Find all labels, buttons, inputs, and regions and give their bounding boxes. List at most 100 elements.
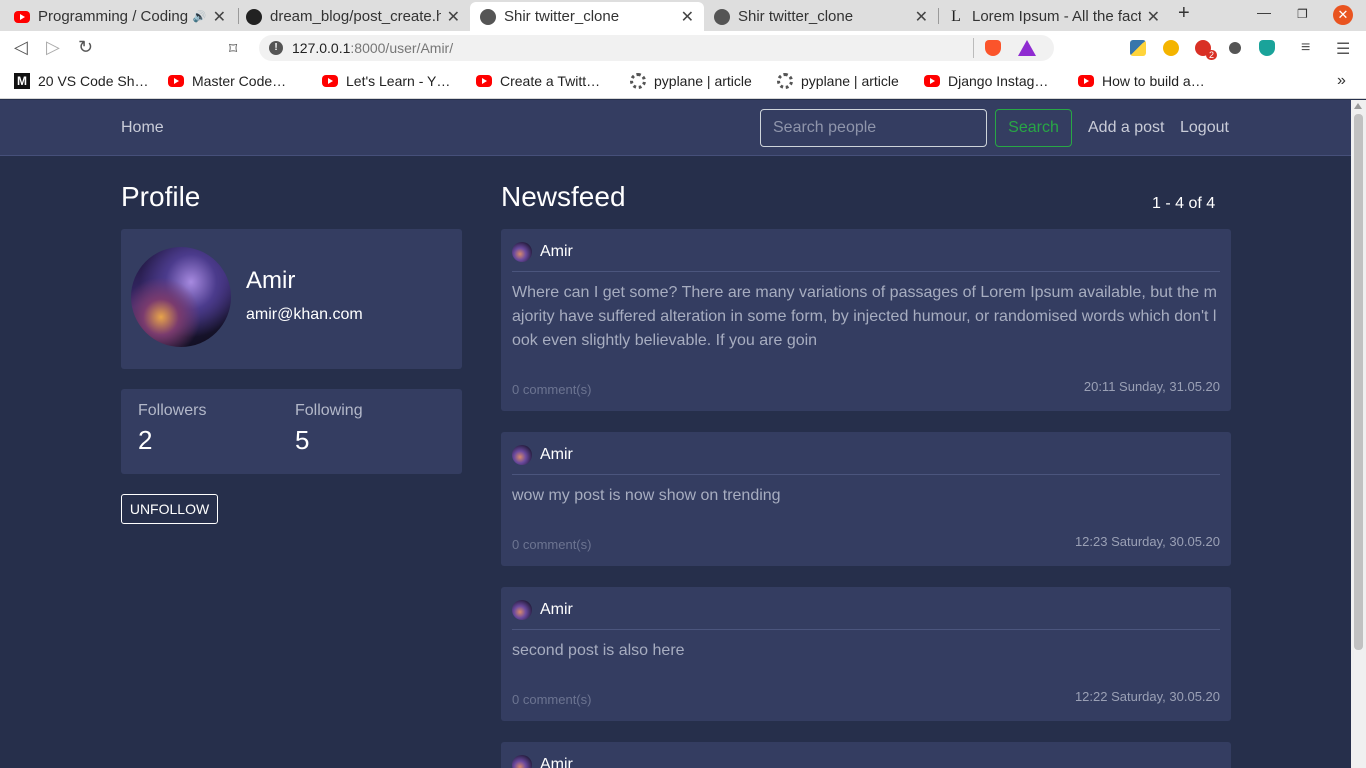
web-page: Home Search Add a post Logout Profile Am…: [0, 100, 1351, 768]
tab-shir-twitter-clone[interactable]: Shir twitter_clone ✕: [704, 2, 938, 31]
new-tab-button[interactable]: +: [1178, 2, 1190, 25]
followers-label: Followers: [138, 402, 207, 419]
extension-face-icon[interactable]: [1163, 40, 1179, 56]
youtube-icon: [322, 75, 338, 87]
post-card: Amir wow my post is now show on trending…: [501, 432, 1231, 566]
github-icon: [246, 8, 262, 25]
window-close-button[interactable]: ✕: [1333, 5, 1353, 25]
extension-shield-icon[interactable]: [1259, 40, 1275, 56]
tab-title: Shir twitter_clone: [738, 8, 854, 25]
minimize-icon[interactable]: —: [1257, 4, 1271, 20]
chevron-right-icon[interactable]: »: [1337, 72, 1346, 90]
scrollbar-thumb[interactable]: [1354, 114, 1363, 650]
avatar: [131, 247, 231, 347]
post-divider: [512, 271, 1220, 272]
post-divider: [512, 629, 1220, 630]
bookmark-icon[interactable]: ⌑: [229, 39, 237, 59]
bookmark-item[interactable]: Master Code…: [168, 73, 286, 89]
bookmark-item[interactable]: Create a Twitt…: [476, 73, 600, 89]
close-tab-icon[interactable]: ✕: [681, 7, 694, 27]
post-author[interactable]: Amir: [540, 446, 573, 464]
post-author[interactable]: Amir: [540, 601, 573, 619]
post-card: Amir Where can I get some? There are man…: [501, 229, 1231, 411]
close-tab-icon[interactable]: ✕: [447, 7, 460, 27]
bookmark-label: pyplane | article: [801, 73, 899, 89]
menu-icon[interactable]: ☰: [1336, 39, 1350, 59]
profile-name: Amir: [246, 267, 296, 294]
post-author[interactable]: Amir: [540, 756, 573, 768]
site-info-icon[interactable]: !: [269, 41, 283, 55]
nav-home-link[interactable]: Home: [121, 119, 164, 137]
url-text[interactable]: 127.0.0.1:8000/user/Amir/: [292, 40, 453, 56]
browser-tab-bar: Programming / Coding 🔊 ✕ dream_blog/post…: [0, 0, 1366, 31]
bookmark-item[interactable]: pyplane | article: [630, 73, 752, 89]
bookmarks-bar: M 20 VS Code Sh… Master Code… Let's Learn…: [0, 65, 1366, 99]
bookmark-label: pyplane | article: [654, 73, 752, 89]
post-author[interactable]: Amir: [540, 243, 573, 261]
forward-icon[interactable]: ▷: [46, 37, 60, 58]
restore-icon[interactable]: ❐: [1297, 7, 1308, 21]
newsfeed-heading: Newsfeed: [501, 181, 626, 212]
add-post-link[interactable]: Add a post: [1088, 119, 1165, 137]
bookmark-label: Master Code…: [192, 73, 287, 89]
profile-heading: Profile: [121, 181, 201, 212]
tab-shir-twitter-clone-active[interactable]: Shir twitter_clone ✕: [470, 2, 704, 31]
unfollow-button[interactable]: UNFOLLOW: [121, 494, 218, 524]
author-avatar[interactable]: [512, 242, 532, 262]
address-bar[interactable]: ! 127.0.0.1:8000/user/Amir/: [259, 35, 1054, 61]
page-scrollbar[interactable]: [1351, 100, 1366, 768]
profile-card: Amir amir@khan.com: [121, 229, 462, 369]
search-people-input[interactable]: [760, 109, 987, 147]
following-label: Following: [295, 402, 363, 419]
tab-title: Shir twitter_clone: [504, 8, 620, 25]
post-comments-link[interactable]: 0 comment(s): [512, 537, 591, 552]
post-card: Amir second post is also here 0 comment(…: [501, 587, 1231, 721]
search-button[interactable]: Search: [995, 109, 1072, 147]
close-tab-icon[interactable]: ✕: [915, 7, 928, 27]
media-queue-icon[interactable]: ≡: [1301, 39, 1310, 57]
extension-grey-icon[interactable]: [1229, 42, 1241, 54]
globe-icon: [480, 8, 496, 25]
reload-icon[interactable]: ↻: [78, 37, 93, 58]
brave-shield-icon[interactable]: [985, 40, 1001, 56]
tab-programming-coding[interactable]: Programming / Coding 🔊 ✕: [4, 2, 236, 31]
scroll-up-icon[interactable]: [1354, 103, 1362, 109]
author-avatar[interactable]: [512, 445, 532, 465]
logout-link[interactable]: Logout: [1180, 119, 1229, 137]
post-card: Amir: [501, 742, 1231, 768]
youtube-icon: [924, 75, 940, 87]
post-date: 20:11 Sunday, 31.05.20: [1083, 379, 1220, 394]
author-avatar[interactable]: [512, 600, 532, 620]
close-tab-icon[interactable]: ✕: [213, 7, 226, 27]
tab-dream-blog[interactable]: dream_blog/post_create.h ✕: [236, 2, 470, 31]
brave-rewards-icon[interactable]: [1018, 40, 1036, 56]
post-comments-link[interactable]: 0 comment(s): [512, 692, 591, 707]
follow-stats-card: Followers 2 Following 5: [121, 389, 462, 474]
bookmark-item[interactable]: How to build a…: [1078, 73, 1205, 89]
post-body: second post is also here: [512, 642, 685, 659]
bookmark-item[interactable]: Let's Learn - Y…: [322, 73, 450, 89]
youtube-icon: [168, 75, 184, 87]
python-extension-icon[interactable]: [1130, 40, 1146, 56]
post-date: 12:22 Saturday, 30.05.20: [1074, 689, 1220, 704]
bookmark-item[interactable]: M 20 VS Code Sh…: [14, 73, 149, 89]
pagination-info: 1 - 4 of 4: [1152, 195, 1216, 212]
speaker-icon[interactable]: 🔊: [193, 10, 207, 23]
post-comments-link[interactable]: 0 comment(s): [512, 382, 591, 397]
author-avatar[interactable]: [512, 755, 532, 768]
tab-lorem-ipsum[interactable]: L Lorem Ipsum - All the facts ✕: [938, 2, 1170, 31]
bookmark-item[interactable]: pyplane | article: [777, 73, 899, 89]
globe-icon: [714, 8, 730, 25]
bookmark-label: 20 VS Code Sh…: [38, 73, 149, 89]
bookmark-item[interactable]: Django Instag…: [924, 73, 1048, 89]
post-body: wow my post is now show on trending: [512, 487, 781, 504]
close-tab-icon[interactable]: ✕: [1147, 7, 1160, 27]
profile-email: amir@khan.com: [246, 306, 363, 323]
post-date: 12:23 Saturday, 30.05.20: [1074, 534, 1220, 549]
tab-title: dream_blog/post_create.h: [270, 8, 441, 25]
post-body: Where can I get some? There are many var…: [512, 284, 1217, 349]
back-icon[interactable]: ◁: [14, 37, 28, 58]
medium-icon: M: [14, 73, 30, 89]
tab-title: Programming / Coding: [38, 8, 189, 25]
bookmark-label: How to build a…: [1102, 73, 1205, 89]
